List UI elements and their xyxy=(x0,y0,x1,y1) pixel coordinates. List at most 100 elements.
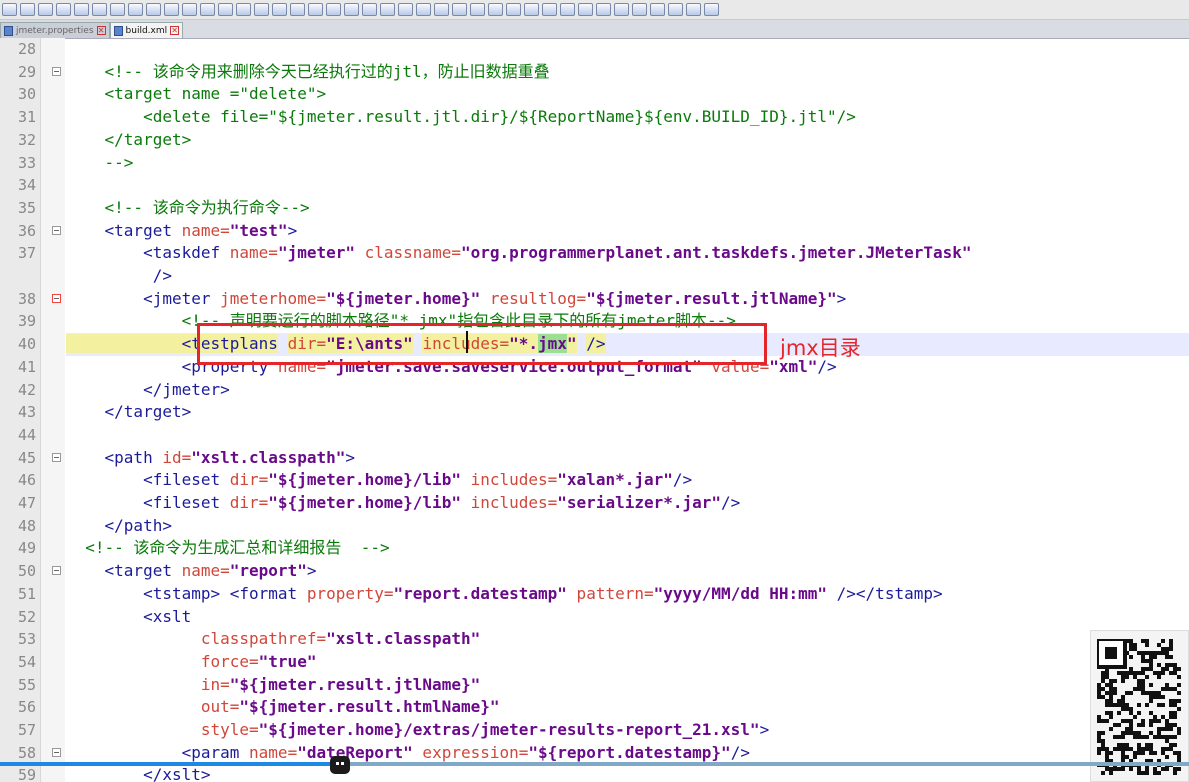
code-line[interactable]: 34 xyxy=(0,174,1189,197)
toolbar-button-icon[interactable] xyxy=(128,3,143,16)
code-line[interactable]: 38 <jmeter jmeterhome="${jmeter.home}" r… xyxy=(0,288,1189,311)
toolbar-button-icon[interactable] xyxy=(686,3,701,16)
code-line[interactable]: 50 <target name="report"> xyxy=(0,560,1189,583)
toolbar-button-icon[interactable] xyxy=(380,3,395,16)
code-line[interactable]: 45 <path id="xslt.classpath"> xyxy=(0,447,1189,470)
code-token: "${report.datestamp}" xyxy=(528,742,731,762)
code-line[interactable]: 57 style="${jmeter.home}/extras/jmeter-r… xyxy=(0,719,1189,742)
code-line[interactable]: 59 </xslt> xyxy=(0,764,1189,782)
toolbar-button-icon[interactable] xyxy=(92,3,107,16)
qr-code-overlay xyxy=(1090,630,1189,782)
toolbar-button-icon[interactable] xyxy=(398,3,413,16)
toolbar-button-icon[interactable] xyxy=(236,3,251,16)
code-line[interactable]: 49 <!-- 该命令为生成汇总和详细报告 --> xyxy=(0,537,1189,560)
code-line[interactable]: 51 <tstamp> <format property="report.dat… xyxy=(0,583,1189,606)
fold-toggle-icon[interactable] xyxy=(52,66,61,76)
code-token: <fileset xyxy=(66,470,230,490)
line-number: 43 xyxy=(17,403,36,422)
code-line[interactable]: 36 <target name="test"> xyxy=(0,220,1189,243)
toolbar-button-icon[interactable] xyxy=(20,3,35,16)
tab-jmeter-properties[interactable]: jmeter.properties ✕ xyxy=(0,22,110,38)
toolbar-button-icon[interactable] xyxy=(650,3,665,16)
code-line[interactable]: 31 <delete file="${jmeter.result.jtl.dir… xyxy=(0,106,1189,129)
line-number: 37 xyxy=(17,244,36,263)
code-line[interactable]: 47 <fileset dir="${jmeter.home}/lib" inc… xyxy=(0,492,1189,515)
code-token: <target name ="delete"> xyxy=(66,84,327,104)
code-token: <!-- 该命令为执行命令--> xyxy=(66,197,310,217)
code-line[interactable]: 55 in="${jmeter.result.jtlName}" xyxy=(0,674,1189,697)
fold-toggle-icon[interactable] xyxy=(52,293,61,303)
toolbar-button-icon[interactable] xyxy=(38,3,53,16)
code-token: > xyxy=(306,561,317,581)
toolbar-button-icon[interactable] xyxy=(326,3,341,16)
code-line[interactable]: 43 </target> xyxy=(0,401,1189,424)
toolbar-button-icon[interactable] xyxy=(344,3,359,16)
code-line[interactable]: 53 classpathref="xslt.classpath" xyxy=(0,628,1189,651)
toolbar-button-icon[interactable] xyxy=(74,3,89,16)
toolbar-button-icon[interactable] xyxy=(542,3,557,16)
toolbar-button-icon[interactable] xyxy=(110,3,125,16)
toolbar-button-icon[interactable] xyxy=(506,3,521,16)
toolbar-button-icon[interactable] xyxy=(452,3,467,16)
toolbar-button-icon[interactable] xyxy=(524,3,539,16)
toolbar-button-icon[interactable] xyxy=(632,3,647,16)
code-line[interactable]: 46 <fileset dir="${jmeter.home}/lib" inc… xyxy=(0,469,1189,492)
fold-toggle-icon[interactable] xyxy=(52,452,61,462)
code-line[interactable]: 48 </path> xyxy=(0,515,1189,538)
progress-handle[interactable] xyxy=(330,756,350,774)
code-editor[interactable]: 28 29 <!-- 该命令用来删除今天已经执行过的jtl，防止旧数据重叠 30 <… xyxy=(0,38,1189,782)
toolbar-button-icon[interactable] xyxy=(470,3,485,16)
toolbar-button-icon[interactable] xyxy=(146,3,161,16)
toolbar-button-icon[interactable] xyxy=(560,3,575,16)
code-text: </xslt> xyxy=(66,764,210,782)
close-icon[interactable]: ✕ xyxy=(170,26,180,35)
toolbar-button-icon[interactable] xyxy=(272,3,287,16)
toolbar-button-icon[interactable] xyxy=(668,3,683,16)
code-line[interactable]: 44 xyxy=(0,424,1189,447)
line-number: 56 xyxy=(17,698,36,717)
close-icon[interactable]: ✕ xyxy=(96,26,106,35)
fold-toggle-icon[interactable] xyxy=(52,747,61,757)
toolbar-button-icon[interactable] xyxy=(56,3,71,16)
toolbar-button-icon[interactable] xyxy=(308,3,323,16)
toolbar-button-icon[interactable] xyxy=(362,3,377,16)
code-line[interactable]: 52 <xslt xyxy=(0,606,1189,629)
code-line[interactable]: 32 </target> xyxy=(0,129,1189,152)
code-line[interactable]: /> xyxy=(0,265,1189,288)
fold-toggle-icon[interactable] xyxy=(52,566,61,576)
toolbar-button-icon[interactable] xyxy=(416,3,431,16)
code-text: <!-- 该命令为执行命令--> xyxy=(66,197,310,220)
line-number: 55 xyxy=(17,675,36,694)
code-line[interactable]: 56 out="${jmeter.result.htmlName}" xyxy=(0,696,1189,719)
code-line[interactable]: 33 --> xyxy=(0,152,1189,175)
code-line[interactable]: 37 <taskdef name="jmeter" classname="org… xyxy=(0,242,1189,265)
code-text: <target name="test"> xyxy=(66,220,298,243)
toolbar-button-icon[interactable] xyxy=(704,3,719,16)
toolbar-button-icon[interactable] xyxy=(164,3,179,16)
toolbar-button-icon[interactable] xyxy=(578,3,593,16)
code-line[interactable]: 29 <!-- 该命令用来删除今天已经执行过的jtl，防止旧数据重叠 xyxy=(0,61,1189,84)
code-line[interactable]: 35 <!-- 该命令为执行命令--> xyxy=(0,197,1189,220)
fold-toggle-icon[interactable] xyxy=(52,225,61,235)
toolbar-button-icon[interactable] xyxy=(200,3,215,16)
toolbar-button-icon[interactable] xyxy=(254,3,269,16)
toolbar-button-icon[interactable] xyxy=(2,3,17,16)
tab-build-xml[interactable]: build.xml ✕ xyxy=(109,22,184,38)
toolbar-button-icon[interactable] xyxy=(596,3,611,16)
code-token: "xslt.classpath" xyxy=(326,629,481,649)
code-line[interactable]: 42 </jmeter> xyxy=(0,379,1189,402)
code-token: <fileset xyxy=(66,493,230,512)
toolbar-button-icon[interactable] xyxy=(488,3,503,16)
toolbar-button-icon[interactable] xyxy=(614,3,629,16)
code-line[interactable]: 58 <param name="dateReport" expression="… xyxy=(0,742,1189,765)
code-token: /> xyxy=(730,742,750,762)
code-line[interactable]: 30 <target name ="delete"> xyxy=(0,83,1189,106)
code-token: <tstamp> <format xyxy=(66,583,307,603)
code-line[interactable]: 54 force="true" xyxy=(0,651,1189,674)
video-progress-bar[interactable] xyxy=(0,762,1189,766)
toolbar-button-icon[interactable] xyxy=(182,3,197,16)
toolbar-button-icon[interactable] xyxy=(218,3,233,16)
toolbar-button-icon[interactable] xyxy=(434,3,449,16)
toolbar-button-icon[interactable] xyxy=(290,3,305,16)
code-line[interactable]: 28 xyxy=(0,38,1189,61)
